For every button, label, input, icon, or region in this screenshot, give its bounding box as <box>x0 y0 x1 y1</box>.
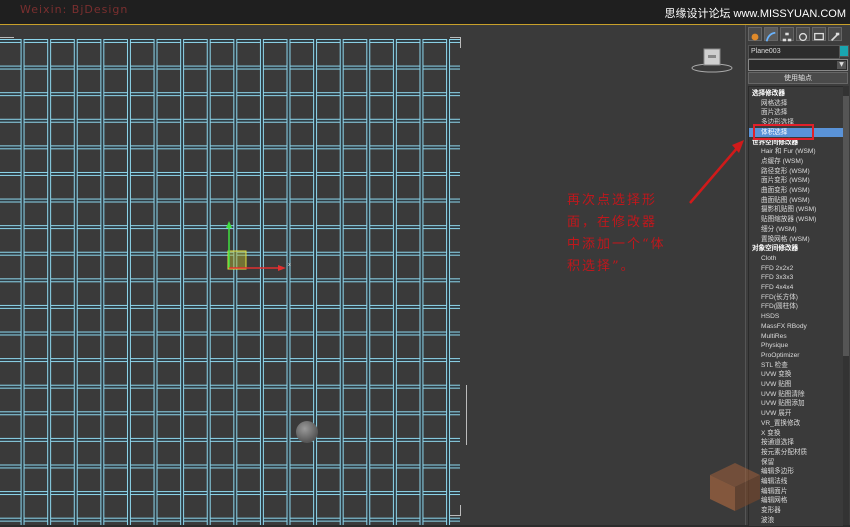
command-panel-tabs <box>746 25 850 43</box>
modifier-list-item[interactable]: FFD 4x4x4 <box>749 283 843 293</box>
viewport-corner-right-mid <box>456 385 467 445</box>
viewport-perspective[interactable]: y x 再次点选择形面，在修改器中添加一个“体积选择”。 <box>0 25 745 525</box>
object-color-swatch[interactable] <box>839 45 849 57</box>
modifier-list-item[interactable]: STL 检查 <box>749 361 843 371</box>
sphere-object[interactable] <box>296 421 318 443</box>
modifier-list-item[interactable]: Hair 和 Fur (WSM) <box>749 147 843 157</box>
modifier-list-item[interactable]: 曲面变形 (WSM) <box>749 186 843 196</box>
modifier-list-item[interactable]: ProOptimizer <box>749 351 843 361</box>
annotation-arrow-icon <box>689 140 744 204</box>
utilities-icon[interactable] <box>828 27 842 42</box>
modifier-list-item[interactable]: 点缓存 (WSM) <box>749 157 843 167</box>
gizmo-y-label: y <box>226 220 229 221</box>
modifier-list-item[interactable]: 贴图缩放器 (WSM) <box>749 215 843 225</box>
modifier-list-item[interactable]: 波浪 <box>749 516 843 526</box>
modifier-list-item[interactable]: FFD(圆柱体) <box>749 302 843 312</box>
display-icon[interactable] <box>812 27 826 41</box>
modifier-list-item[interactable]: 细分 (WSM) <box>749 225 843 235</box>
viewport-corner-tl <box>0 37 14 48</box>
top-bar: Weixin: BjDesign 思缘设计论坛 www.MISSYUAN.COM <box>0 0 850 25</box>
modifier-list-item[interactable]: Cloth <box>749 254 843 264</box>
annotation-highlight-box <box>753 124 814 140</box>
modifier-list-item[interactable]: 摄影机贴图 (WSM) <box>749 205 843 215</box>
modifier-list-item[interactable]: UVW 贴图清除 <box>749 390 843 400</box>
modifier-list-item[interactable]: UVW 贴图 <box>749 380 843 390</box>
modifier-category-header: 选择修改器 <box>752 90 785 97</box>
chevron-down-icon: ▼ <box>837 61 846 69</box>
object-name-field[interactable]: Plane003 <box>748 45 840 59</box>
annotation-note: 再次点选择形面，在修改器中添加一个“体积选择”。 <box>567 193 666 274</box>
modifier-list-item[interactable]: MassFX RBody <box>749 322 843 332</box>
viewport-corner-tr <box>450 37 461 48</box>
use-pivot-button[interactable]: 使用轴点 <box>748 72 848 84</box>
modifier-list-item[interactable]: 置换网格 (WSM) <box>749 235 843 245</box>
modifier-list-item[interactable]: X 变换 <box>749 429 843 439</box>
modifier-list-item[interactable]: 曲面贴图 (WSM) <box>749 196 843 206</box>
modifier-list-item[interactable]: FFD(长方体) <box>749 293 843 303</box>
gizmo-x-label: x <box>288 262 291 268</box>
command-panel: Plane003 ▼ 使用轴点 选择修改器 网格选择 面片选择 多边形选择 体积选择 世界… <box>745 25 850 527</box>
modify-icon[interactable] <box>764 27 778 42</box>
modifier-category-header: 对象空间修改器 <box>752 245 799 253</box>
create-icon[interactable] <box>748 27 762 41</box>
modifier-list-item[interactable]: UVW 变换 <box>749 370 843 380</box>
modifier-list-scrollbar[interactable] <box>843 86 849 525</box>
modifier-list-item[interactable]: 按通道选择 <box>749 438 843 448</box>
site-brand: 思缘设计论坛 www.MISSYUAN.COM <box>664 8 846 20</box>
motion-icon[interactable] <box>796 27 810 42</box>
modifier-list-dropdown[interactable]: ▼ <box>748 59 848 71</box>
transform-gizmo[interactable]: y x <box>220 220 300 280</box>
viewcube-icon[interactable] <box>690 47 734 77</box>
modifier-list-item[interactable]: HSDS <box>749 312 843 322</box>
modifier-list-item[interactable]: UVW 展开 <box>749 409 843 419</box>
plane-mesh-grid[interactable] <box>0 39 460 525</box>
site-logo-icon <box>710 463 760 511</box>
modifier-list-item[interactable]: VR_置换修改 <box>749 419 843 429</box>
modifier-list-item[interactable]: 网格选择 <box>749 99 843 109</box>
watermark-text: Weixin: BjDesign <box>20 3 129 16</box>
modifier-list-item[interactable]: 面片选择 <box>749 108 843 118</box>
modifier-list-item[interactable]: 路径变形 (WSM) <box>749 167 843 177</box>
modifier-list-item[interactable]: MultiRes <box>749 332 843 342</box>
scrollbar-thumb[interactable] <box>843 96 849 356</box>
modifier-list-item[interactable]: Physique <box>749 341 843 351</box>
modifier-list-item[interactable]: UVW 贴图添加 <box>749 399 843 409</box>
hierarchy-icon[interactable] <box>780 27 794 42</box>
modifier-list-item[interactable]: 面片变形 (WSM) <box>749 176 843 186</box>
viewport-corner-br <box>450 505 461 516</box>
modifier-list-item[interactable]: FFD 2x2x2 <box>749 264 843 274</box>
modifier-list-item[interactable]: FFD 3x3x3 <box>749 273 843 283</box>
